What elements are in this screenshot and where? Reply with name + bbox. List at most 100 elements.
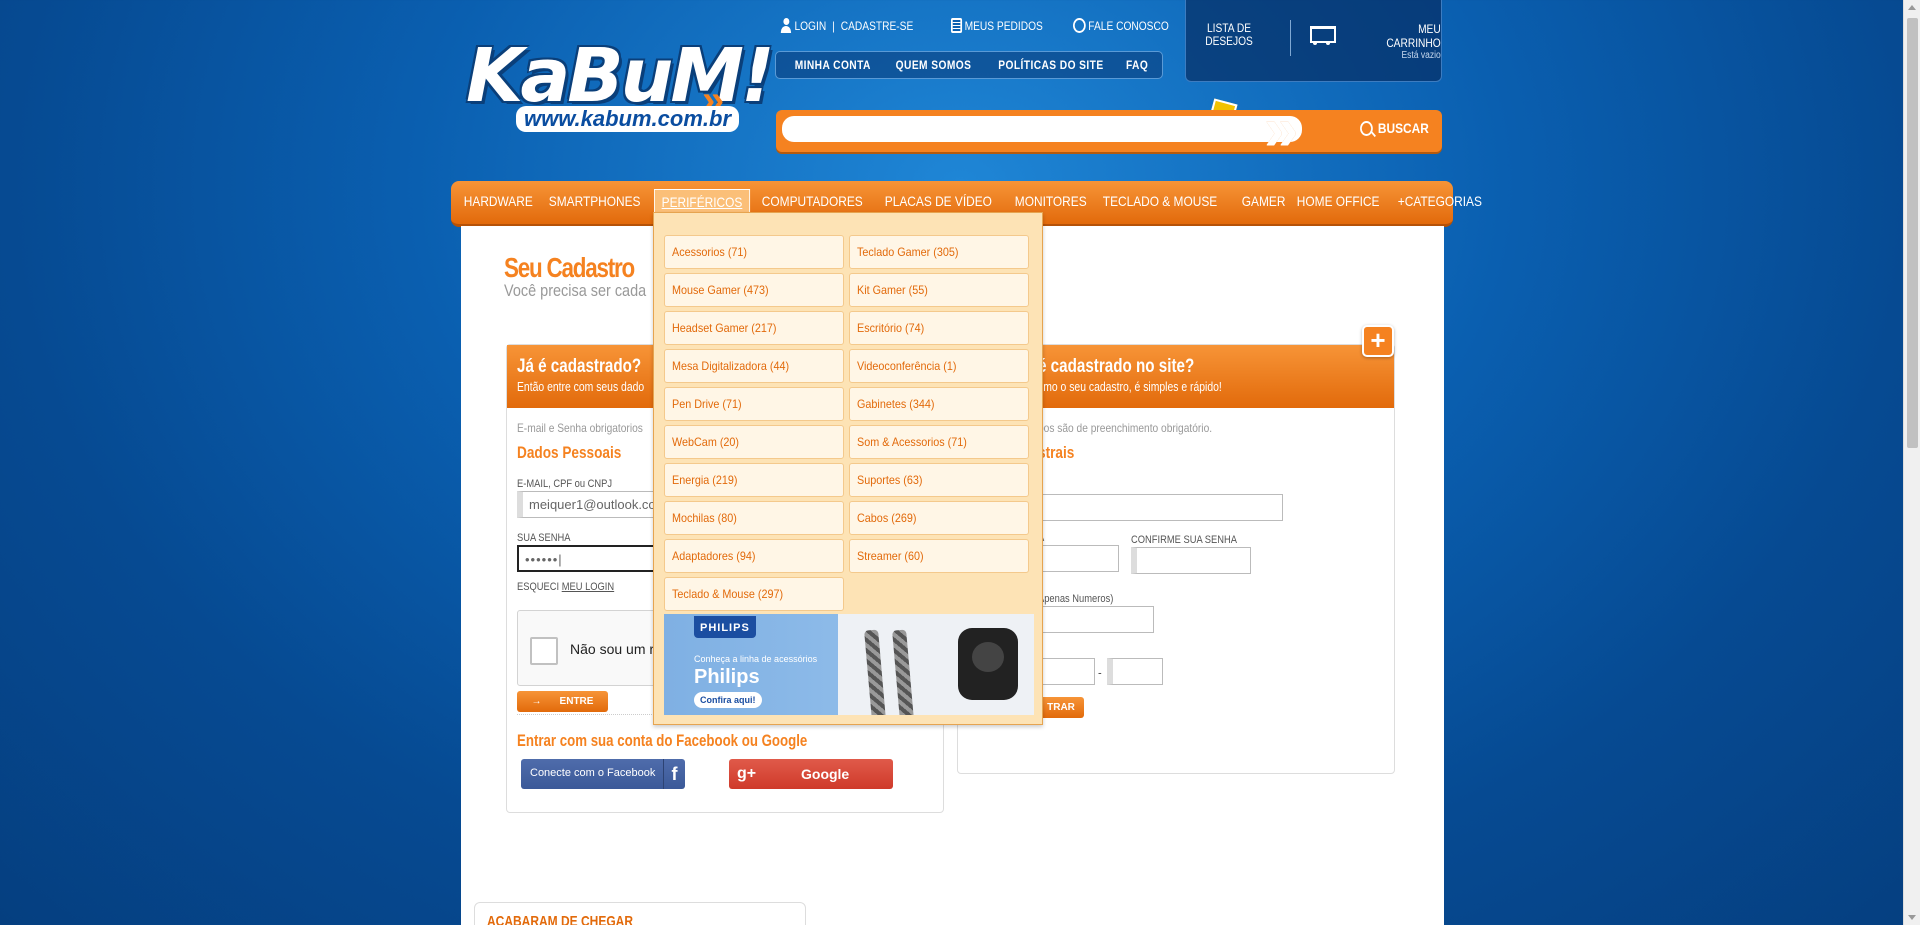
recaptcha-label: Não sou um r xyxy=(570,641,655,657)
top-links: LOGIN | CADASTRE-SE MEUS PEDIDOS FALE CO… xyxy=(780,18,1186,33)
scroll-up-arrow-icon[interactable] xyxy=(1908,5,1916,10)
page-scrollbar[interactable] xyxy=(1903,0,1920,925)
facebook-button-label: Conecte com o Facebook xyxy=(530,767,656,779)
category-hardware[interactable]: HARDWARE xyxy=(457,189,540,215)
register-button[interactable]: TRAR xyxy=(1038,697,1084,718)
category-teclado-mouse[interactable]: TECLADO & MOUSE xyxy=(1096,189,1224,215)
search-input[interactable] xyxy=(782,116,1302,142)
dropdown-item-label: Energia (219) xyxy=(672,473,738,487)
nav-my-account[interactable]: MINHA CONTA xyxy=(794,58,870,72)
philips-promo-banner[interactable]: PHILIPS Conheça a linha de acessórios Ph… xyxy=(664,614,1034,715)
perifericos-dropdown: Acessorios (71) Teclado Gamer (305) Mous… xyxy=(653,212,1043,725)
site-logo[interactable]: KaBuM! » www.kabum.com.br xyxy=(466,36,775,136)
google-plus-icon: g+ xyxy=(737,765,757,782)
search-arrows-icon: » xyxy=(1264,95,1302,164)
banner-line1: Conheça a linha de acessórios xyxy=(694,654,818,664)
dropdown-item-webcam[interactable]: WebCam (20) xyxy=(664,425,844,459)
dropdown-item-som-acessorios[interactable]: Som & Acessorios (71) xyxy=(849,425,1029,459)
zip-dash: - xyxy=(1098,665,1102,680)
facebook-login-button[interactable]: Conecte com o Facebook f xyxy=(521,759,685,789)
cart-status: Está vazio xyxy=(1401,50,1441,61)
nav-about-us[interactable]: QUEM SOMOS xyxy=(895,58,971,72)
password-label: SUA SENHA xyxy=(517,532,571,544)
philips-brand-badge: PHILIPS xyxy=(694,616,756,638)
category-more[interactable]: +CATEGORIAS xyxy=(1391,189,1489,215)
enter-button[interactable]: → ENTRE xyxy=(517,691,608,712)
dropdown-item-kit-gamer[interactable]: Kit Gamer (55) xyxy=(849,273,1029,307)
new-arrivals-title: ACABARAM DE CHEGAR xyxy=(487,913,633,925)
enter-arrow-icon: → xyxy=(531,696,542,707)
register-section-title: strais xyxy=(1038,443,1075,462)
dropdown-item-mochilas[interactable]: Mochilas (80) xyxy=(664,501,844,535)
dropdown-item-label: Videoconferência (1) xyxy=(857,359,957,373)
register-button-label: TRAR xyxy=(1047,702,1075,713)
dropdown-item-headset-gamer[interactable]: Headset Gamer (217) xyxy=(664,311,844,345)
category-home-office[interactable]: HOME OFFICE xyxy=(1290,189,1386,215)
search-button[interactable]: BUSCAR xyxy=(1360,120,1429,136)
dropdown-item-energia[interactable]: Energia (219) xyxy=(664,463,844,497)
dropdown-item-label: Suportes (63) xyxy=(857,473,923,487)
register-name-field[interactable] xyxy=(1038,494,1283,521)
wishlist-link[interactable]: LISTA DE DESEJOS xyxy=(1201,22,1257,130)
recaptcha-checkbox[interactable] xyxy=(530,637,558,665)
search-bar: » BUSCAR xyxy=(776,99,1442,161)
scroll-down-arrow-icon[interactable] xyxy=(1908,915,1916,920)
confirm-password-field[interactable] xyxy=(1131,547,1251,574)
expand-plus-icon[interactable]: + xyxy=(1362,325,1394,357)
new-arrivals-section: ACABARAM DE CHEGAR xyxy=(474,902,806,925)
dropdown-item-label: Mochilas (80) xyxy=(672,511,737,525)
dropdown-item-label: Adaptadores (94) xyxy=(672,549,756,563)
dropdown-item-escritorio[interactable]: Escritório (74) xyxy=(849,311,1029,345)
register-required-note: pos são de preenchimento obrigatório. xyxy=(1038,421,1213,435)
forgot-login-row: ESQUECI MEU LOGIN xyxy=(517,581,614,593)
dropdown-item-teclado-mouse[interactable]: Teclado & Mouse (297) xyxy=(664,577,844,611)
dropdown-item-cabos[interactable]: Cabos (269) xyxy=(849,501,1029,535)
dropdown-item-acessorios[interactable]: Acessorios (71) xyxy=(664,235,844,269)
dropdown-item-mouse-gamer[interactable]: Mouse Gamer (473) xyxy=(664,273,844,307)
top-nav: MINHA CONTA QUEM SOMOS POLÍTICAS DO SITE… xyxy=(775,51,1163,79)
register-password-field[interactable] xyxy=(1038,545,1119,572)
wishlist-cart-box: LISTA DE DESEJOS MEU CARRINHO Está vazio xyxy=(1185,0,1442,130)
login-link-group: LOGIN | CADASTRE-SE xyxy=(780,18,913,33)
user-icon xyxy=(780,18,792,33)
dropdown-item-streamer[interactable]: Streamer (60) xyxy=(849,539,1029,573)
dropdown-item-label: Kit Gamer (55) xyxy=(857,283,928,297)
phone-field[interactable] xyxy=(1038,606,1154,633)
facebook-icon: f xyxy=(663,759,685,789)
email-label: E-MAIL, CPF ou CNPJ xyxy=(517,478,613,490)
category-smartphones[interactable]: SMARTPHONES xyxy=(542,189,647,215)
dropdown-item-videoconferencia[interactable]: Videoconferência (1) xyxy=(849,349,1029,383)
nav-site-policies[interactable]: POLÍTICAS DO SITE xyxy=(998,58,1103,72)
dropdown-item-suportes[interactable]: Suportes (63) xyxy=(849,463,1029,497)
signup-link[interactable]: CADASTRE-SE xyxy=(841,19,914,33)
zip-field-1[interactable] xyxy=(1038,658,1095,685)
dropdown-item-mesa-digitalizadora[interactable]: Mesa Digitalizadora (44) xyxy=(664,349,844,383)
zip-field-2[interactable] xyxy=(1107,658,1163,685)
dropdown-item-teclado-gamer[interactable]: Teclado Gamer (305) xyxy=(849,235,1029,269)
search-button-label: BUSCAR xyxy=(1377,120,1429,136)
forgot-login-link[interactable]: MEU LOGIN xyxy=(562,581,614,593)
dropdown-item-label: Headset Gamer (217) xyxy=(672,321,777,335)
dropdown-grid: Acessorios (71) Teclado Gamer (305) Mous… xyxy=(664,235,1029,611)
nav-faq[interactable]: FAQ xyxy=(1126,58,1148,72)
banner-cta[interactable]: Confira aqui! xyxy=(694,692,762,708)
register-panel-subtitle: smo o seu cadastro, é simples e rápido! xyxy=(1038,379,1222,394)
category-gamer[interactable]: GAMER xyxy=(1235,189,1292,215)
orders-link[interactable]: MEUS PEDIDOS xyxy=(950,18,1043,33)
page-title: Seu Cadastro xyxy=(504,252,635,283)
google-login-button[interactable]: g+ Google xyxy=(729,759,893,789)
dropdown-item-label: Acessorios (71) xyxy=(672,245,748,259)
dropdown-item-adaptadores[interactable]: Adaptadores (94) xyxy=(664,539,844,573)
dropdown-item-label: Mouse Gamer (473) xyxy=(672,283,769,297)
dropdown-item-label: Teclado & Mouse (297) xyxy=(672,587,784,601)
wishlist-label: LISTA DE DESEJOS xyxy=(1205,22,1253,48)
dropdown-item-gabinetes[interactable]: Gabinetes (344) xyxy=(849,387,1029,421)
dropdown-item-label: Streamer (60) xyxy=(857,549,924,563)
contact-link[interactable]: FALE CONOSCO xyxy=(1072,18,1169,33)
cart-link[interactable]: MEU CARRINHO Está vazio xyxy=(1306,22,1441,61)
login-link[interactable]: LOGIN xyxy=(794,19,826,33)
contact-link-label: FALE CONOSCO xyxy=(1088,18,1169,33)
scrollbar-thumb[interactable] xyxy=(1907,18,1918,448)
dropdown-item-pen-drive[interactable]: Pen Drive (71) xyxy=(664,387,844,421)
orders-link-label: MEUS PEDIDOS xyxy=(964,18,1043,33)
